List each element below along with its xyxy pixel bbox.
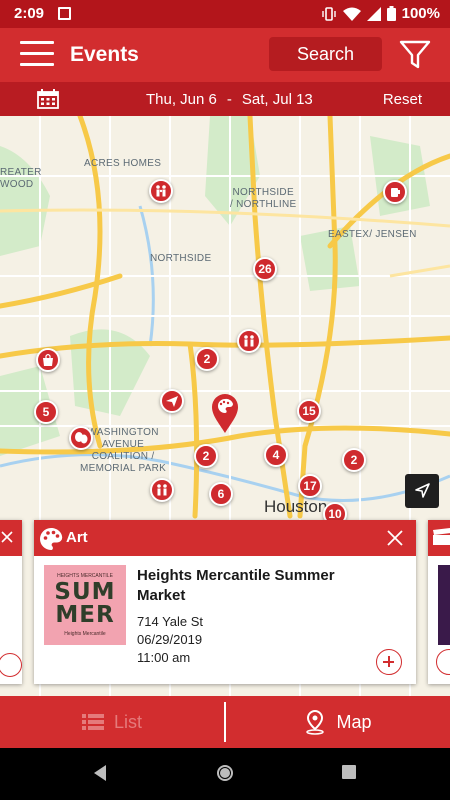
date-range[interactable]: Thu, Jun 6 - Sat, Jul 13 — [146, 91, 313, 108]
battery-icon — [386, 6, 396, 21]
travel-event-marker[interactable] — [160, 389, 184, 413]
add-to-calendar-button[interactable] — [0, 653, 22, 677]
map-label-line: REATER — [0, 167, 42, 178]
event-card-next[interactable] — [428, 520, 450, 684]
map-label-houston: Houston — [264, 497, 328, 516]
my-location-button[interactable] — [405, 474, 439, 508]
thumbnail-caption: Heights Mercantile — [64, 631, 106, 637]
status-bar: 2:09 100% — [0, 0, 450, 28]
event-category: Art — [66, 529, 88, 546]
family-event-marker[interactable] — [150, 478, 174, 502]
theater-event-marker[interactable] — [69, 426, 93, 450]
shopping-bag-icon — [43, 353, 53, 366]
status-time: 2:09 — [14, 5, 45, 22]
vibrate-icon — [321, 6, 336, 21]
event-thumbnail — [438, 565, 450, 645]
map-label-washington: WASHINGTON AVENUE COALITION / MEMORIAL P… — [80, 427, 166, 475]
family-event-marker[interactable] — [149, 179, 173, 203]
bottom-nav: List Map — [0, 696, 450, 748]
event-title[interactable]: Heights Mercantile Summer Market — [137, 566, 387, 606]
card-header — [428, 520, 450, 556]
date-separator: - — [226, 91, 232, 108]
thumbnail-text: MER — [55, 602, 115, 628]
shopping-event-marker[interactable] — [36, 348, 60, 372]
calendar-icon[interactable] — [37, 89, 59, 109]
selected-art-pin[interactable] — [210, 392, 240, 434]
navigation-arrow-icon — [415, 483, 430, 498]
app-bar: Events Search — [0, 28, 450, 82]
map-label-line: NORTHSIDE — [232, 187, 294, 198]
system-nav-bar — [0, 748, 450, 800]
reset-button[interactable]: Reset — [383, 91, 422, 108]
map-label-northside: NORTHSIDE — [150, 253, 212, 264]
cluster-marker[interactable]: 5 — [34, 400, 58, 424]
map-label-line: WOOD — [0, 179, 34, 190]
tab-map-label: Map — [336, 711, 372, 732]
drink-icon — [391, 188, 400, 197]
event-date: 06/29/2019 — [137, 632, 203, 647]
paper-plane-icon — [166, 396, 178, 407]
map-label-acres-homes: ACRES HOMES — [84, 158, 162, 169]
cluster-marker[interactable]: 6 — [209, 482, 233, 506]
close-icon[interactable] — [386, 529, 404, 547]
food-event-marker[interactable] — [383, 180, 407, 204]
add-to-calendar-button[interactable] — [376, 649, 402, 675]
event-card-previous[interactable] — [0, 520, 22, 684]
add-to-calendar-button[interactable] — [436, 649, 450, 675]
tab-map[interactable]: Map — [226, 696, 450, 748]
map-label-line: / NORTHLINE — [230, 199, 297, 210]
cluster-marker[interactable]: 2 — [194, 444, 218, 468]
map-pin-icon — [306, 709, 325, 735]
wifi-icon — [342, 7, 361, 21]
map-label-northside-northline: NORTHSIDE / NORTHLINE — [230, 187, 296, 211]
event-time: 11:00 am — [137, 650, 191, 665]
image-notification-icon — [58, 7, 71, 20]
date-range-bar: Thu, Jun 6 - Sat, Jul 13 Reset — [0, 82, 450, 116]
close-icon[interactable] — [0, 530, 14, 544]
map-label-line: COALITION / — [91, 451, 155, 462]
theater-masks-icon — [75, 432, 88, 444]
recents-icon[interactable] — [341, 764, 357, 780]
status-icons: 100% — [321, 5, 440, 22]
map-label-eastex: EASTEX/ JENSEN — [328, 229, 417, 240]
event-thumbnail: HEIGHTS MERCANTILE SUM MER Heights Merca… — [44, 565, 126, 645]
end-date: Sat, Jul 13 — [241, 91, 313, 108]
cluster-marker[interactable]: 2 — [195, 347, 219, 371]
hamburger-menu-icon[interactable] — [20, 41, 54, 69]
family-icon — [156, 185, 166, 197]
map-label-line: MEMORIAL PARK — [80, 463, 167, 474]
card-header — [0, 520, 22, 556]
battery-percent: 100% — [401, 5, 440, 22]
map-label-greater: REATER WOOD — [0, 167, 42, 191]
cluster-marker[interactable]: 26 — [253, 257, 277, 281]
family-icon — [157, 484, 167, 496]
tab-list[interactable]: List — [0, 696, 224, 748]
event-address: 714 Yale St — [137, 614, 204, 629]
film-clapper-icon — [433, 528, 450, 545]
cluster-marker[interactable]: 4 — [264, 443, 288, 467]
thumbnail-text: SUM — [54, 579, 116, 605]
palette-icon — [40, 528, 63, 550]
map-label-line: AVENUE — [101, 439, 145, 450]
family-event-marker[interactable] — [237, 329, 261, 353]
cluster-marker[interactable]: 15 — [297, 399, 321, 423]
home-icon[interactable] — [216, 764, 234, 782]
cluster-marker[interactable]: 17 — [298, 474, 322, 498]
event-card[interactable]: Art HEIGHTS MERCANTILE SUM MER Heights M… — [34, 520, 416, 684]
signal-icon — [366, 6, 381, 21]
search-button[interactable]: Search — [269, 37, 382, 71]
start-date: Thu, Jun 6 — [146, 91, 217, 108]
family-icon — [244, 335, 254, 347]
back-icon[interactable] — [92, 764, 108, 782]
page-title: Events — [70, 43, 139, 66]
filter-icon[interactable] — [398, 39, 432, 71]
cluster-marker[interactable]: 2 — [342, 448, 366, 472]
list-icon — [81, 714, 104, 730]
tab-list-label: List — [113, 711, 142, 732]
card-header: Art — [34, 520, 416, 556]
